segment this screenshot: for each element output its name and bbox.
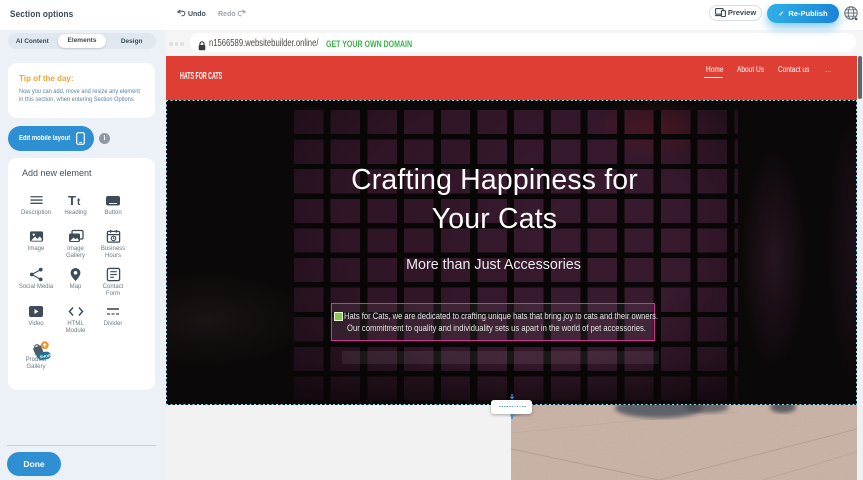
svg-text:t: t	[77, 197, 81, 208]
svg-text:SHOP: SHOP	[39, 353, 51, 360]
svg-text:T: T	[68, 193, 76, 208]
